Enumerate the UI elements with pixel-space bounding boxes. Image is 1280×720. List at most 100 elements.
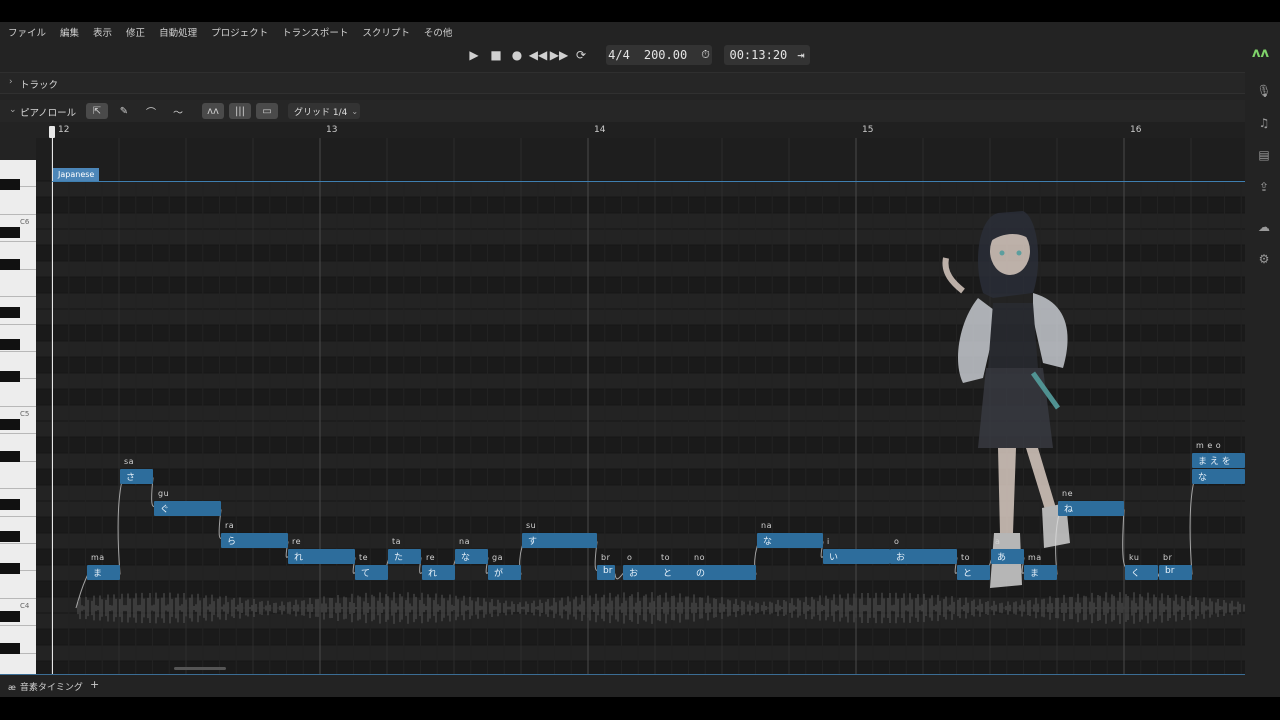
note[interactable]: れ (422, 565, 455, 580)
timeline-ruler[interactable]: 12 13 14 15 16 (49, 122, 1245, 138)
track-panel-header[interactable]: › トラック (0, 72, 1245, 94)
note[interactable]: す (522, 533, 597, 548)
metronome-icon[interactable]: ⏱ (701, 48, 710, 62)
note[interactable]: が (488, 565, 521, 580)
menu-script[interactable]: スクリプト (362, 25, 410, 39)
black-key[interactable] (0, 339, 20, 350)
pitch-draw-tool-icon[interactable]: 〜 (167, 103, 189, 119)
cloud-icon[interactable]: ☁ (1255, 218, 1273, 236)
black-key[interactable] (0, 451, 20, 462)
pitch-view-icon[interactable]: ʌʌ (202, 103, 224, 119)
black-key[interactable] (0, 179, 20, 190)
menu-view[interactable]: 表示 (93, 25, 112, 39)
select-tool-icon[interactable]: ⇱ (86, 103, 108, 119)
note[interactable]: な (1192, 469, 1245, 484)
note-phoneme: ma (91, 553, 105, 562)
loop-icon[interactable]: ⟳ (573, 46, 589, 64)
note-lyric: が (494, 569, 504, 579)
note[interactable]: br (597, 565, 615, 580)
note[interactable]: の (690, 565, 756, 580)
rewind-icon[interactable]: ◀◀ (529, 46, 547, 64)
stop-icon[interactable]: ■ (488, 46, 504, 64)
grid-select[interactable]: グリッド 1/4 ⌄ (288, 103, 360, 119)
note-lyric: す (528, 537, 538, 547)
note[interactable]: ね (1058, 501, 1124, 516)
note[interactable]: く (1125, 565, 1158, 580)
white-key[interactable] (0, 187, 36, 215)
note[interactable]: れ (288, 549, 355, 564)
note[interactable]: ま え を (1192, 453, 1245, 468)
menu-project[interactable]: プロジェクト (211, 25, 268, 39)
note[interactable]: あ (991, 549, 1024, 564)
note-phoneme: ra (225, 521, 235, 530)
white-key[interactable] (0, 461, 36, 490)
menu-other[interactable]: その他 (424, 25, 453, 39)
white-key[interactable] (0, 379, 36, 407)
current-time[interactable]: 00:13:20 (729, 48, 787, 62)
black-key[interactable] (0, 499, 20, 510)
note[interactable]: ま (87, 565, 120, 580)
pencil-tool-icon[interactable]: ✎ (113, 103, 135, 119)
note[interactable]: お (890, 549, 957, 564)
note-grid[interactable]: Japanese ま ma さ sa ぐ gu ら ra れ re て te た… (36, 138, 1245, 674)
export-icon[interactable]: ⇪ (1255, 178, 1273, 196)
note[interactable]: な (757, 533, 823, 548)
menu-edit[interactable]: 編集 (60, 25, 79, 39)
white-key[interactable] (0, 269, 36, 298)
note[interactable]: ぐ (154, 501, 221, 516)
black-key[interactable] (0, 419, 20, 430)
note-lyric: ら (227, 537, 237, 547)
note[interactable]: た (388, 549, 421, 564)
add-tab-button[interactable]: + (90, 678, 99, 691)
black-key[interactable] (0, 531, 20, 542)
waveform-view-icon[interactable]: ||| (229, 103, 251, 119)
black-key[interactable] (0, 227, 20, 238)
chevron-right-icon[interactable]: › (9, 77, 13, 87)
menu-transport[interactable]: トランスポート (282, 25, 348, 39)
pitch-curve-tool-icon[interactable]: ⌒ (140, 103, 162, 119)
music-note-icon[interactable]: ♫ (1255, 114, 1273, 132)
white-key[interactable] (0, 571, 36, 599)
black-key[interactable] (0, 563, 20, 574)
note[interactable]: ら (221, 533, 288, 548)
jump-to-end-icon[interactable]: ⇥ (797, 48, 804, 62)
note[interactable]: て (355, 565, 388, 580)
black-key[interactable] (0, 371, 20, 382)
record-icon[interactable]: ● (509, 46, 525, 64)
play-icon[interactable]: ▶ (466, 46, 482, 64)
chevron-down-icon[interactable]: ⌄ (9, 105, 17, 115)
gear-icon[interactable]: ⚙ (1255, 250, 1273, 268)
tempo-value[interactable]: 200.00 (644, 48, 687, 62)
menu-auto-process[interactable]: 自動処理 (159, 25, 197, 39)
note[interactable]: な (455, 549, 488, 564)
playhead-handle[interactable] (49, 126, 55, 138)
tempo-display: 4/4 200.00 ⏱ (606, 45, 712, 65)
note-phoneme: ku (1129, 553, 1140, 562)
note[interactable]: い (823, 549, 890, 564)
microphone-icon[interactable]: 🎙 (1255, 82, 1273, 100)
phoneme-timing-tab[interactable]: æ 音素タイミング (8, 680, 83, 693)
menu-modify[interactable]: 修正 (126, 25, 145, 39)
black-key[interactable] (0, 259, 20, 270)
note-phoneme: to (961, 553, 971, 562)
note[interactable]: と (657, 565, 694, 580)
lyrics-view-icon[interactable]: ▭ (256, 103, 278, 119)
black-key[interactable] (0, 643, 20, 654)
note-phoneme: su (526, 521, 537, 530)
note[interactable]: br (1159, 565, 1192, 580)
time-signature[interactable]: 4/4 (608, 48, 630, 62)
black-key[interactable] (0, 307, 20, 318)
note-lyric: ま (1030, 569, 1040, 579)
horizontal-scrollbar[interactable] (174, 667, 226, 670)
black-key[interactable] (0, 611, 20, 622)
menu-file[interactable]: ファイル (8, 25, 46, 39)
white-key[interactable] (0, 653, 36, 674)
note[interactable]: と (957, 565, 990, 580)
note[interactable]: お (623, 565, 660, 580)
fast-forward-icon[interactable]: ▶▶ (550, 46, 568, 64)
document-icon[interactable]: ▤ (1255, 146, 1273, 164)
note[interactable]: さ (120, 469, 153, 484)
note[interactable]: ま (1024, 565, 1057, 580)
note-phoneme: na (761, 521, 772, 530)
piano-keyboard[interactable]: C6 C5 C4 (0, 160, 36, 674)
